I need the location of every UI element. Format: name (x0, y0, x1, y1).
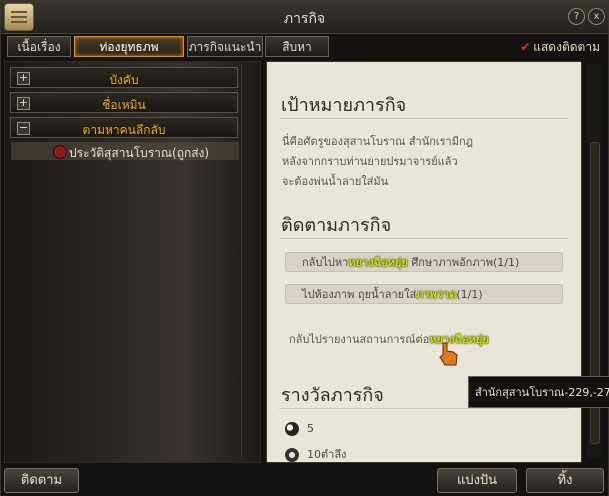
tracking-heading: ติดตามภารกิจ (281, 215, 392, 236)
track-button[interactable]: ติดตาม (4, 468, 79, 493)
share-button[interactable]: แบ่งปัน (437, 468, 517, 493)
category-mystery-person[interactable]: − ตามหาคนลึกลับ (10, 117, 238, 138)
category-label: ตามหาคนลึกลับ (82, 123, 166, 137)
category-sect[interactable]: + ชื่อเหมิน (10, 92, 238, 113)
quest-list-panel: + บังคับ + ชื่อเหมิน − ตามหาคนลึกลับ ประ… (4, 61, 261, 463)
tab-explore[interactable]: ท่องยุทธภพ (74, 36, 184, 57)
tracking-text: ไปห้องภาพ ถุยน้ำลายใส่ (302, 288, 417, 301)
tracking-text: กลับไปหา (302, 256, 349, 269)
tab-story[interactable]: เนื้อเรื่อง (7, 36, 71, 57)
npc-link[interactable]: หยางฉือหยุ่ย (348, 256, 408, 269)
reward-item: 5 (285, 422, 314, 436)
goal-heading: เป้าหมายภารกิจ (281, 95, 407, 116)
divider (279, 408, 569, 409)
tracking-text: (1/1) (456, 288, 483, 301)
category-label: บังคับ (109, 73, 139, 87)
tracking-item[interactable]: กลับไปหาหยางฉือหยุ่ย ศึกษาภาพอักภาพ(1/1) (285, 252, 563, 272)
tracking-item[interactable]: ไปห้องภาพ ถุยน้ำลายใส่ภาพวาด(1/1) (285, 284, 563, 304)
title-bar[interactable]: ภารกิจ ? x (1, 1, 608, 34)
quest-window: ภารกิจ ? x เนื้อเรื่อง ท่องยุทธภพ ภารกิจ… (0, 0, 609, 496)
tracking-text: ศึกษาภาพอักภาพ(1/1) (407, 256, 520, 269)
quest-item-label: ประวัติสุสานโบราณ(ถูกส่ง) (69, 146, 210, 160)
category-mandatory[interactable]: + บังคับ (10, 67, 238, 88)
report-text: กลับไปรายงานสถานการณ์ต่อ (289, 333, 430, 346)
reward-item: 10ตำลึง (285, 445, 347, 462)
window-title: ภารกิจ (283, 11, 326, 27)
tab-recommended[interactable]: ภารกิจแนะนำ (187, 36, 263, 57)
location-tooltip: สำนักสุสานโบราณ-229,-27 (468, 376, 609, 408)
divider (279, 118, 569, 119)
quest-item-selected[interactable]: ประวัติสุสานโบราณ(ถูกส่ง) (11, 142, 239, 160)
close-button[interactable]: x (588, 8, 605, 25)
goal-line: นี่คือศัตรูของสุสานโบราณ สำนักเรามีกฎ (282, 135, 474, 148)
goal-line: จะต้องพ่นน้ำลายใส่มัน (282, 175, 389, 188)
show-tracking-label: แสดงติดตาม (533, 40, 600, 54)
divider (279, 238, 569, 239)
show-tracking-toggle[interactable]: ✔ แสดงติดตาม (520, 38, 600, 57)
abandon-button[interactable]: ทิ้ง (526, 468, 604, 493)
tab-bar: เนื้อเรื่อง ท่องยุทธภพ ภารกิจแนะนำ สืบหา… (1, 34, 608, 74)
bottom-bar: ติดตาม แบ่งปัน ทิ้ง (1, 464, 608, 496)
target-link[interactable]: ภาพวาด (416, 288, 456, 301)
goal-line: หลังจากกราบท่านยายปรมาจารย์แล้ว (282, 155, 458, 168)
check-icon: ✔ (520, 40, 531, 54)
yin-yang-icon (285, 422, 299, 436)
coins-icon (285, 448, 299, 462)
hand-cursor-icon (439, 342, 458, 366)
quest-seal-icon (53, 145, 67, 159)
reward-value: 10ตำลึง (307, 448, 347, 461)
left-scrollbar[interactable] (241, 64, 250, 458)
category-label: ชื่อเหมิน (102, 98, 146, 112)
tab-mystery[interactable]: สืบหาปริศนา (265, 36, 329, 74)
reward-value: 5 (307, 422, 314, 435)
help-button[interactable]: ? (568, 8, 585, 25)
reward-heading: รางวัลภารกิจ (281, 385, 384, 406)
